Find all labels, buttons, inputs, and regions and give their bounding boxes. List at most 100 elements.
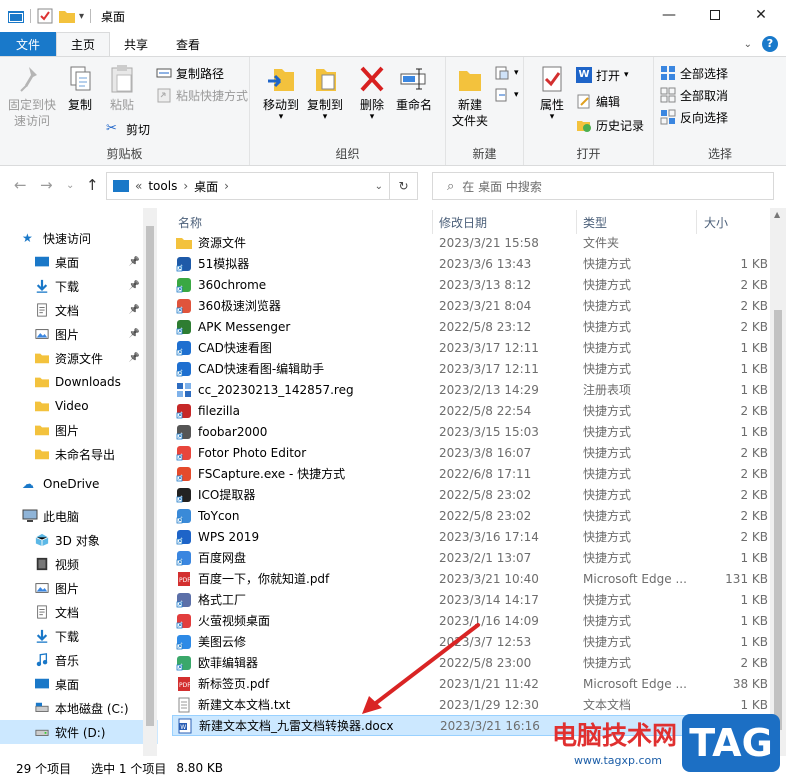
scrollbar-thumb[interactable] <box>774 310 782 730</box>
file-row[interactable]: cc_20230213_142857.reg 2023/2/13 14:29 注册表… <box>172 379 770 400</box>
select-none-button[interactable]: 全部取消 <box>660 85 728 105</box>
scroll-up-icon[interactable]: ▲ <box>774 210 780 219</box>
file-list-scrollbar[interactable]: ▲ <box>770 208 786 756</box>
paste-button[interactable]: 粘贴 <box>104 63 140 113</box>
sidebar-onedrive[interactable]: ☁ OneDrive <box>0 472 158 496</box>
file-row[interactable]: PDF 新标签页.pdf 2023/1/21 11:42 Microsoft Edge… <box>172 673 770 694</box>
refresh-icon[interactable]: ↻ <box>389 173 417 199</box>
properties-icon[interactable] <box>37 8 53 24</box>
breadcrumb-tools[interactable]: tools <box>148 179 177 193</box>
sidebar-item-pc-8[interactable]: 软件 (D:) <box>0 720 158 744</box>
copy-button[interactable]: 复制 <box>62 63 98 113</box>
file-row[interactable]: APK Messenger 2022/5/8 23:12 快捷方式 2 KB <box>172 316 770 337</box>
move-to-button[interactable]: 移动到 ▾ <box>258 63 304 122</box>
ribbon-collapse-icon[interactable]: ⌄ <box>744 39 752 50</box>
recent-locations-icon[interactable]: ⌄ <box>66 180 74 191</box>
sidebar-item-quick-0[interactable]: 桌面 📌 <box>0 250 158 274</box>
history-button[interactable]: 历史记录 <box>576 115 644 135</box>
sidebar-item-pc-0[interactable]: 3D 对象 <box>0 528 158 552</box>
sidebar-item-pc-3[interactable]: 文档 <box>0 600 158 624</box>
open-button[interactable]: W 打开 ▾ <box>576 65 629 85</box>
file-row[interactable]: filezilla 2022/5/8 22:54 快捷方式 2 KB <box>172 400 770 421</box>
file-row[interactable]: 360极速浏览器 2023/3/21 8:04 快捷方式 2 KB <box>172 295 770 316</box>
sidebar-item-pc-2[interactable]: 图片 <box>0 576 158 600</box>
invert-selection-button[interactable]: 反向选择 <box>660 107 728 127</box>
file-row[interactable]: 火萤视频桌面 2023/1/16 14:09 快捷方式 1 KB <box>172 610 770 631</box>
file-row[interactable]: ICO提取器 2022/5/8 23:02 快捷方式 2 KB <box>172 484 770 505</box>
file-row[interactable]: CAD快速看图 2023/3/17 12:11 快捷方式 1 KB <box>172 337 770 358</box>
file-size: 1 KB <box>740 256 768 271</box>
file-row[interactable]: 欧菲编辑器 2022/5/8 23:00 快捷方式 2 KB <box>172 652 770 673</box>
maximize-button[interactable] <box>692 0 738 30</box>
download-icon <box>36 629 48 643</box>
file-row[interactable]: Fotor Photo Editor 2023/3/8 16:07 快捷方式 2 KB <box>172 442 770 463</box>
help-icon[interactable]: ? <box>762 36 778 52</box>
sidebar-item-quick-5[interactable]: Downloads <box>0 370 158 394</box>
close-button[interactable]: ✕ <box>738 0 784 30</box>
sidebar-item-pc-5[interactable]: 音乐 <box>0 648 158 672</box>
column-divider[interactable] <box>432 210 433 234</box>
pin-quick-access-button[interactable]: 固定到快 速访问 <box>6 63 58 129</box>
copy-to-button[interactable]: 复制到 ▾ <box>302 63 348 122</box>
tab-share[interactable]: 共享 <box>110 32 162 56</box>
file-row[interactable]: ToYcon 2022/5/8 23:02 快捷方式 2 KB <box>172 505 770 526</box>
up-arrow-icon[interactable]: ↑ <box>86 176 99 194</box>
forward-arrow-icon[interactable]: → <box>40 176 53 194</box>
sidebar-item-quick-4[interactable]: 资源文件 📌 <box>0 346 158 370</box>
address-dropdown-icon[interactable]: ⌄ <box>375 181 383 192</box>
new-item-button[interactable]: ▾ <box>494 63 519 83</box>
file-row[interactable]: CAD快速看图-编辑助手 2023/3/17 12:11 快捷方式 1 KB <box>172 358 770 379</box>
sidebar-item-pc-7[interactable]: 本地磁盘 (C:) <box>0 696 158 720</box>
file-row[interactable]: 格式工厂 2023/3/14 14:17 快捷方式 1 KB <box>172 589 770 610</box>
easy-access-button[interactable]: ▾ <box>494 85 519 105</box>
sidebar-item-quick-2[interactable]: 文档 📌 <box>0 298 158 322</box>
file-type: 快捷方式 <box>583 614 632 628</box>
paste-shortcut-button[interactable]: 粘贴快捷方式 <box>156 85 248 105</box>
sidebar-item-quick-7[interactable]: 图片 <box>0 418 158 442</box>
breadcrumb-separator[interactable]: › <box>183 179 188 193</box>
minimize-button[interactable]: — <box>646 0 692 30</box>
sidebar-item-quick-3[interactable]: 图片 📌 <box>0 322 158 346</box>
file-row[interactable]: 360chrome 2023/3/13 8:12 快捷方式 2 KB <box>172 274 770 295</box>
new-folder-button[interactable]: 新建 文件夹 <box>448 63 492 129</box>
sidebar-item-quick-1[interactable]: 下载 📌 <box>0 274 158 298</box>
sidebar-item-quick-8[interactable]: 未命名导出 <box>0 442 158 466</box>
edit-button[interactable]: 编辑 <box>576 91 620 111</box>
search-input[interactable]: ⌕ 在 桌面 中搜索 <box>432 172 774 200</box>
file-row[interactable]: 资源文件 2023/3/21 15:58 文件夹 <box>172 232 770 253</box>
breadcrumb-desktop[interactable]: 桌面 <box>194 178 218 195</box>
column-divider[interactable] <box>696 210 697 234</box>
tab-view[interactable]: 查看 <box>162 32 214 56</box>
copy-path-button[interactable]: 复制路径 <box>156 63 224 83</box>
file-row[interactable]: 51模拟器 2023/3/6 13:43 快捷方式 1 KB <box>172 253 770 274</box>
delete-button[interactable]: 删除 ▾ <box>352 63 392 122</box>
sidebar-item-pc-1[interactable]: 视频 <box>0 552 158 576</box>
file-row[interactable]: foobar2000 2023/3/15 15:03 快捷方式 1 KB <box>172 421 770 442</box>
sidebar-item-pc-4[interactable]: 下载 <box>0 624 158 648</box>
file-row[interactable]: 美图云修 2023/3/7 12:53 快捷方式 1 KB <box>172 631 770 652</box>
back-arrow-icon[interactable]: ← <box>14 176 27 194</box>
scrollbar-thumb[interactable] <box>146 226 154 726</box>
cut-button[interactable]: ✂ 剪切 <box>106 119 150 139</box>
file-row[interactable]: 百度网盘 2023/2/1 13:07 快捷方式 1 KB <box>172 547 770 568</box>
new-folder-icon[interactable] <box>59 9 75 23</box>
breadcrumb-overflow[interactable]: « <box>135 179 142 193</box>
sidebar-this-pc[interactable]: 此电脑 <box>0 504 158 528</box>
tab-file[interactable]: 文件 <box>0 32 56 56</box>
sidebar-item-quick-6[interactable]: Video <box>0 394 158 418</box>
file-type: 快捷方式 <box>583 320 632 334</box>
tab-home[interactable]: 主页 <box>56 32 111 56</box>
properties-button[interactable]: 属性 ▾ <box>534 63 570 122</box>
sidebar-quick-access[interactable]: ★ 快速访问 <box>0 226 158 250</box>
sidebar-item-pc-6[interactable]: 桌面 <box>0 672 158 696</box>
file-row[interactable]: WPS 2019 2023/3/16 17:14 快捷方式 2 KB <box>172 526 770 547</box>
address-bar[interactable]: « tools › 桌面 › ⌄ ↻ <box>106 172 418 200</box>
navigation-pane-scrollbar[interactable] <box>143 208 157 756</box>
file-row[interactable]: FSCapture.exe - 快捷方式 2022/6/8 17:11 快捷方式 2 … <box>172 463 770 484</box>
rename-button[interactable]: 重命名 <box>394 63 434 113</box>
chevron-down-icon[interactable]: ▾ <box>79 11 84 22</box>
select-all-button[interactable]: 全部选择 <box>660 63 728 83</box>
column-divider[interactable] <box>576 210 577 234</box>
file-row[interactable]: PDF 百度一下，你就知道.pdf 2023/3/21 10:40 Microsoft… <box>172 568 770 589</box>
breadcrumb-separator[interactable]: › <box>224 179 229 193</box>
